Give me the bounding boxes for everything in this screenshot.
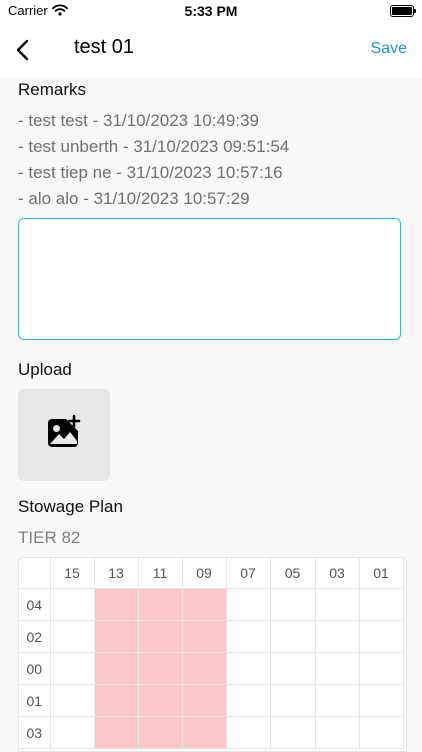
slot-cell-occupied[interactable]: [93, 588, 139, 621]
slot-cell-occupied[interactable]: [93, 620, 139, 653]
row-header: 03: [19, 716, 51, 749]
bay-column-header: 03: [314, 558, 360, 589]
clock: 5:33 PM: [184, 3, 238, 19]
slot-cell[interactable]: [358, 588, 404, 621]
status-bar: Carrier 5:33 PM: [0, 0, 422, 22]
remarks-input[interactable]: [18, 218, 401, 340]
grid-row: 02: [19, 620, 404, 653]
stowage-plan-title: Stowage Plan: [18, 497, 123, 516]
slot-cell-occupied[interactable]: [137, 652, 183, 685]
bay-column-header: 13: [93, 558, 139, 589]
bay-column-header: 07: [225, 558, 271, 589]
slot-cell[interactable]: [225, 652, 271, 685]
stowage-grid-body: 15 13 11 09 07 05 03 01 04 02 00 01 03: [19, 558, 404, 749]
slot-cell[interactable]: [314, 684, 360, 717]
slot-cell-occupied[interactable]: [181, 620, 227, 653]
remark-item: - test test - 31/10/2023 10:49:39: [18, 111, 259, 130]
slot-cell[interactable]: [358, 620, 404, 653]
slot-cell[interactable]: [269, 620, 316, 653]
row-header: 01: [19, 684, 51, 717]
grid-corner: [19, 558, 51, 589]
grid-row: 01: [19, 684, 404, 717]
battery-icon: [390, 5, 416, 17]
slot-cell[interactable]: [225, 620, 271, 653]
upload-button[interactable]: [18, 389, 110, 481]
nav-bar: test 01 Save: [0, 22, 422, 77]
back-button[interactable]: [8, 34, 40, 66]
slot-cell-occupied[interactable]: [137, 620, 183, 653]
slot-cell-occupied[interactable]: [93, 652, 139, 685]
bay-column-header: 11: [137, 558, 183, 589]
slot-cell-occupied[interactable]: [181, 652, 227, 685]
row-header: 02: [19, 620, 51, 653]
slot-cell[interactable]: [225, 684, 271, 717]
grid-row: 03: [19, 716, 404, 749]
slot-cell[interactable]: [49, 684, 95, 717]
slot-cell-occupied[interactable]: [181, 684, 227, 717]
grid-header-row: 15 13 11 09 07 05 03 01: [19, 558, 404, 589]
slot-cell[interactable]: [314, 716, 360, 749]
slot-cell[interactable]: [269, 588, 316, 621]
stowage-grid: 15 13 11 09 07 05 03 01 04 02 00 01 03: [18, 557, 407, 752]
slot-cell-occupied[interactable]: [93, 684, 139, 717]
slot-cell[interactable]: [314, 588, 360, 621]
page-title: test 01: [74, 36, 135, 58]
slot-cell[interactable]: [49, 588, 95, 621]
slot-cell[interactable]: [49, 620, 95, 653]
slot-cell[interactable]: [49, 652, 95, 685]
bay-column-header: 09: [181, 558, 227, 589]
bay-column-header: 01: [358, 558, 404, 589]
slot-cell-occupied[interactable]: [181, 588, 227, 621]
row-header: 04: [19, 588, 51, 621]
row-header: 00: [19, 652, 51, 685]
bay-column-header: 05: [269, 558, 316, 589]
grid-row: 00: [19, 652, 404, 685]
slot-cell[interactable]: [314, 652, 360, 685]
remark-item: - test unberth - 31/10/2023 09:51:54: [18, 137, 290, 156]
upload-title: Upload: [18, 360, 72, 379]
slot-cell-occupied[interactable]: [137, 684, 183, 717]
save-button[interactable]: Save: [371, 40, 407, 58]
slot-cell-occupied[interactable]: [137, 588, 183, 621]
slot-cell[interactable]: [225, 588, 271, 621]
remark-item: - alo alo - 31/10/2023 10:57:29: [18, 189, 250, 208]
slot-cell[interactable]: [358, 716, 404, 749]
slot-cell[interactable]: [225, 716, 271, 749]
slot-cell[interactable]: [269, 684, 316, 717]
remark-item: - test tiep ne - 31/10/2023 10:57:16: [18, 163, 283, 182]
slot-cell[interactable]: [358, 684, 404, 717]
remarks-title: Remarks: [18, 80, 87, 99]
tier-label: TIER 82: [18, 528, 81, 547]
slot-cell-occupied[interactable]: [137, 716, 183, 749]
grid-row: 04: [19, 588, 404, 621]
slot-cell[interactable]: [314, 620, 360, 653]
slot-cell[interactable]: [49, 716, 95, 749]
add-image-icon: [48, 414, 81, 447]
bay-column-header: 15: [49, 558, 95, 589]
slot-cell[interactable]: [269, 716, 316, 749]
slot-cell-occupied[interactable]: [93, 716, 139, 749]
chevron-left-icon: [8, 39, 40, 70]
slot-cell[interactable]: [358, 652, 404, 685]
slot-cell[interactable]: [269, 652, 316, 685]
slot-cell-occupied[interactable]: [181, 716, 227, 749]
